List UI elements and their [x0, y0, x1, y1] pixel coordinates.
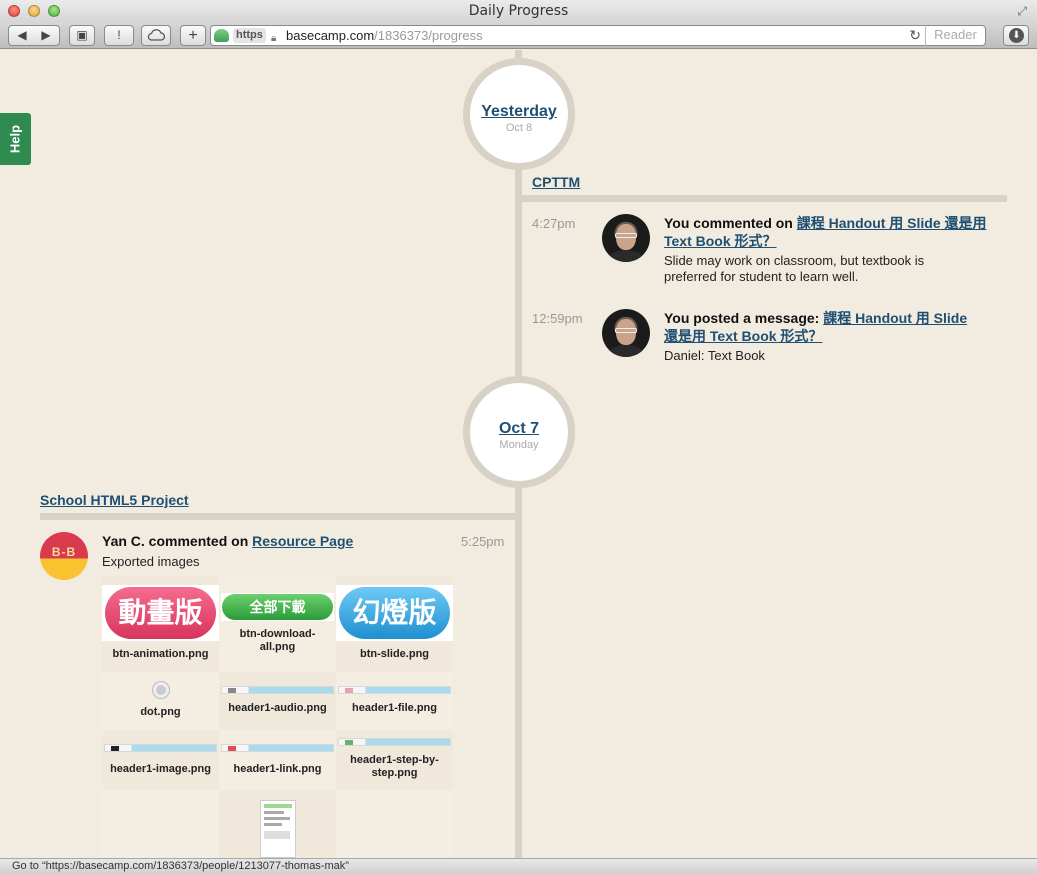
day-weekday: Monday: [499, 439, 539, 451]
avatar[interactable]: [602, 214, 650, 262]
attachment-thumbnail: [221, 744, 334, 752]
downloads-button[interactable]: ⬇: [1003, 25, 1029, 46]
lock-icon: 🔒︎: [271, 33, 277, 44]
attachment-name: btn-slide.png: [359, 648, 430, 660]
entry-body: Slide may work on classroom, but textboo…: [664, 253, 925, 284]
entry-action: You posted a message:: [664, 310, 824, 326]
attachment-thumbnail: [104, 744, 217, 752]
icloud-tabs-button[interactable]: [141, 25, 171, 46]
entry-action: Yan C. commented on: [102, 533, 253, 549]
entry-body: Daniel: Text Book: [664, 348, 765, 363]
back-button[interactable]: ◀: [10, 26, 34, 45]
page-content: Help Yesterday Oct 8 CPTTM 4:27pm You co…: [0, 50, 1037, 858]
entry-time: 5:25pm: [461, 534, 505, 549]
site-favicon-icon: [214, 29, 229, 42]
alert-icon: !: [117, 28, 121, 42]
attachment-item[interactable]: 幻燈版 btn-slide.png: [336, 577, 453, 672]
attachment-item[interactable]: 全部下載 btn-download-all.png: [219, 577, 336, 672]
attachment-item[interactable]: 動畫版 btn-animation.png: [102, 577, 219, 672]
project-divider: [40, 513, 515, 520]
close-window-button[interactable]: [8, 5, 20, 17]
back-forward-buttons: ◀ ▶: [8, 25, 60, 46]
attachment-thumbnail: [153, 682, 169, 698]
attachment-item[interactable]: [336, 790, 453, 858]
attachment-name: btn-animation.png: [112, 648, 209, 660]
attachment-name: header1-link.png: [233, 763, 322, 775]
attachment-thumbnail: 動畫版: [102, 585, 219, 641]
attachment-name: header1-file.png: [352, 702, 437, 714]
attachment-item[interactable]: header1-step-by-step.png: [336, 730, 453, 790]
attachment-grid: 動畫版 btn-animation.png 全部下載 btn-download-…: [102, 577, 453, 858]
entry-time: 4:27pm: [532, 216, 576, 231]
day-title-link[interactable]: Yesterday: [470, 103, 568, 121]
attachment-item[interactable]: header1-link.png: [219, 730, 336, 790]
entry-headline: You posted a message: 課程 Handout 用 Slide…: [664, 309, 984, 345]
entry-headline: You commented on 課程 Handout 用 Slide 還是用 …: [664, 214, 994, 250]
project-link-school-html5[interactable]: School HTML5 Project: [40, 492, 189, 508]
day-marker-oct7: Oct 7 Monday: [463, 376, 575, 488]
project-link-cpttm[interactable]: CPTTM: [532, 174, 580, 190]
entry-headline: Yan C. commented on Resource Page: [102, 532, 442, 550]
fullscreen-icon[interactable]: ⤢: [1017, 4, 1027, 19]
cloud-icon: [147, 29, 166, 41]
address-bar[interactable]: https 🔒︎ basecamp.com/1836373/progress ↻…: [210, 25, 986, 46]
avatar[interactable]: B-B: [40, 532, 88, 580]
attachment-name: header1-image.png: [110, 763, 211, 775]
entry-body: Exported images: [102, 554, 200, 569]
attachment-name: btn-download-all.png: [239, 628, 316, 653]
avatar-text: B-B: [51, 545, 77, 559]
zoom-window-button[interactable]: [48, 5, 60, 17]
status-bar: Go to “https://basecamp.com/1836373/peop…: [0, 858, 1037, 874]
browser-toolbar: ◀ ▶ ▣ ! + https 🔒︎ basecamp.com/1836373/p…: [0, 22, 1037, 49]
reload-icon[interactable]: ↻: [909, 26, 921, 45]
attachment-item[interactable]: dot.png: [102, 672, 219, 730]
reading-list-icon: ▣: [76, 28, 88, 42]
attachment-thumbnail: [260, 800, 296, 858]
attachment-thumbnail: [338, 686, 451, 694]
entry-link[interactable]: Resource Page: [252, 533, 353, 549]
url-path: /1836373/progress: [374, 28, 483, 43]
entry-action: You commented on: [664, 215, 797, 231]
attachment-thumbnail: 全部下載: [221, 593, 334, 621]
reading-list-button[interactable]: ▣: [69, 25, 95, 46]
url-text[interactable]: basecamp.com/1836373/progress: [286, 26, 483, 45]
attachment-thumbnail: [221, 686, 334, 694]
attachment-name: header1-audio.png: [228, 702, 327, 714]
attachment-item[interactable]: [219, 790, 336, 858]
https-badge: https: [233, 28, 266, 43]
window-titlebar: Daily Progress ⤢: [0, 0, 1037, 22]
reader-button[interactable]: Reader: [925, 25, 985, 46]
help-tab[interactable]: Help: [0, 113, 31, 165]
download-icon: ⬇: [1009, 28, 1024, 43]
day-title-link[interactable]: Oct 7: [470, 420, 568, 438]
attachment-item[interactable]: header1-audio.png: [219, 672, 336, 730]
help-label: Help: [7, 124, 23, 154]
url-host: basecamp.com: [286, 28, 375, 43]
avatar[interactable]: [602, 309, 650, 357]
forward-button[interactable]: ▶: [34, 26, 58, 45]
attachment-name: dot.png: [140, 706, 181, 718]
entry-time: 12:59pm: [532, 311, 583, 326]
day-marker-yesterday: Yesterday Oct 8: [463, 58, 575, 170]
minimize-window-button[interactable]: [28, 5, 40, 17]
attachment-item[interactable]: [102, 790, 219, 858]
add-bookmark-button[interactable]: +: [180, 25, 206, 46]
project-divider: [522, 195, 1007, 202]
attachment-item[interactable]: header1-file.png: [336, 672, 453, 730]
attachment-thumbnail: 幻燈版: [336, 585, 453, 641]
attachment-name: header1-step-by-step.png: [350, 754, 439, 779]
alert-button[interactable]: !: [104, 25, 134, 46]
day-date: Oct 8: [505, 122, 533, 134]
window-title: Daily Progress: [468, 3, 569, 19]
attachment-item[interactable]: header1-image.png: [102, 730, 219, 790]
attachment-thumbnail: [338, 738, 451, 746]
